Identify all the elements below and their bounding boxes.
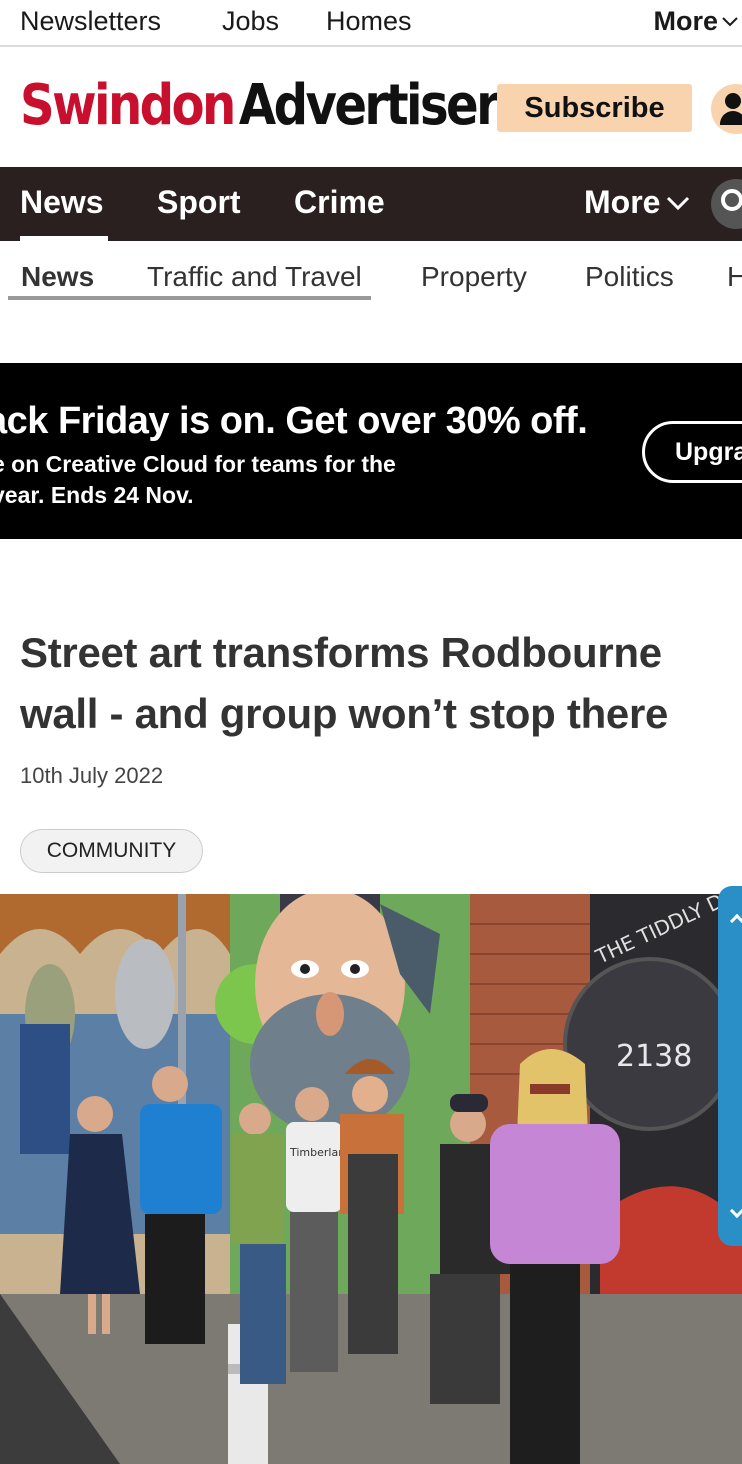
article-hero-image[interactable]: 2138 THE TIDDLY DI Timberland xyxy=(0,894,742,1464)
sub-nav-item-politics[interactable]: Politics xyxy=(585,261,674,293)
sub-nav-scroll-indicator xyxy=(8,296,371,300)
nav-item-crime[interactable]: Crime xyxy=(294,184,385,221)
utility-bar: Newsletters Jobs Homes More xyxy=(0,0,742,47)
chevron-down-icon xyxy=(722,16,738,26)
site-logo[interactable]: Swindon Advertiser xyxy=(20,73,500,138)
nav-more-menu[interactable]: More xyxy=(584,184,690,221)
sub-nav-item-property[interactable]: Property xyxy=(421,261,527,293)
nav-item-news[interactable]: News xyxy=(20,184,104,221)
nav-item-sport[interactable]: Sport xyxy=(157,184,241,221)
sub-nav: News Traffic and Travel Property Politic… xyxy=(0,241,742,311)
nav-more-label: More xyxy=(584,184,661,220)
ad-upgrade-button[interactable]: Upgra xyxy=(642,421,742,483)
logo-part-swindon: Swindon xyxy=(20,73,236,138)
account-body-shape xyxy=(720,111,742,125)
hero-photo-illustration: 2138 THE TIDDLY DI Timberland xyxy=(0,894,742,1464)
utility-link-homes[interactable]: Homes xyxy=(326,6,412,37)
mural-number-text: 2138 xyxy=(616,1039,692,1074)
subscribe-button[interactable]: Subscribe xyxy=(497,84,692,132)
sub-nav-item-news[interactable]: News xyxy=(21,261,94,293)
account-head-shape xyxy=(725,93,741,109)
ad-body-line-1: e on Creative Cloud for teams for the xyxy=(0,451,396,477)
utility-link-newsletters[interactable]: Newsletters xyxy=(20,6,161,37)
masthead: Swindon Advertiser Subscribe xyxy=(0,48,742,167)
sub-nav-item-truncated[interactable]: H xyxy=(727,261,742,293)
chevron-down-icon xyxy=(729,1203,742,1219)
logo-part-advertiser: Advertiser xyxy=(238,73,500,138)
ad-headline: ack Friday is on. Get over 30% off. xyxy=(0,400,588,442)
ad-body-line-2: year. Ends 24 Nov. xyxy=(0,482,194,508)
article-date: 10th July 2022 xyxy=(20,763,164,788)
utility-link-jobs[interactable]: Jobs xyxy=(222,6,279,37)
account-icon[interactable] xyxy=(711,84,742,134)
chevron-down-icon xyxy=(667,196,690,210)
utility-more-menu[interactable]: More xyxy=(653,6,738,37)
sub-nav-item-traffic-and-travel[interactable]: Traffic and Travel xyxy=(147,261,362,293)
side-feedback-tab[interactable] xyxy=(718,886,742,1246)
main-nav: News Sport Crime More xyxy=(0,167,742,241)
utility-more-label: More xyxy=(653,6,718,36)
article-headline: Street art transforms Rodbourne wall - a… xyxy=(20,629,669,737)
search-ring-shape xyxy=(721,189,742,211)
advertisement-banner[interactable]: ack Friday is on. Get over 30% off. e on… xyxy=(0,363,742,539)
chevron-up-icon xyxy=(729,913,742,929)
article-category-tag[interactable]: COMMUNITY xyxy=(20,829,203,873)
